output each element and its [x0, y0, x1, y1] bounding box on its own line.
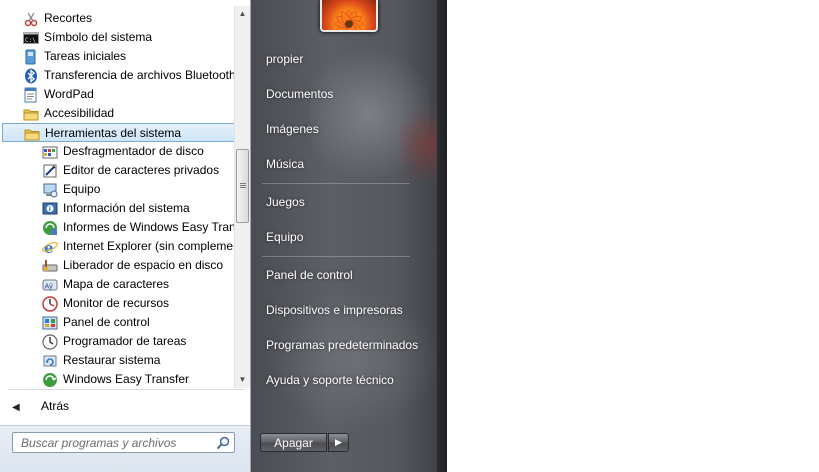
- program-list-scrollbar[interactable]: ▲ ▼: [234, 6, 250, 388]
- divider: [8, 389, 244, 390]
- right-menu-item[interactable]: Programas predeterminados: [266, 338, 418, 352]
- svg-text:Aÿ: Aÿ: [45, 283, 53, 291]
- disk-cleanup-icon: [42, 260, 58, 272]
- search-icon[interactable]: [215, 435, 231, 451]
- system-restore-icon: [43, 355, 57, 367]
- search-input[interactable]: [21, 434, 206, 451]
- program-label: Herramientas del sistema: [45, 126, 182, 140]
- svg-text:i: i: [49, 206, 51, 213]
- program-label: Editor de caracteres privados: [63, 163, 220, 177]
- program-label: Símbolo del sistema: [44, 30, 153, 44]
- right-menu-item[interactable]: Imágenes: [266, 122, 319, 136]
- program-label: Información del sistema: [63, 201, 190, 215]
- easy-transfer-reports-icon: [43, 221, 57, 235]
- search-box[interactable]: [12, 432, 235, 453]
- resource-monitor-icon: [42, 296, 58, 312]
- program-item[interactable]: Herramientas del sistema: [2, 123, 234, 142]
- right-menu-item[interactable]: Panel de control: [266, 268, 353, 282]
- program-label: Recortes: [44, 11, 93, 25]
- bluetooth-icon: [25, 68, 37, 84]
- right-menu-item[interactable]: Juegos: [266, 195, 305, 209]
- program-label: Mapa de caracteres: [63, 277, 170, 291]
- program-label: Monitor de recursos: [63, 296, 170, 310]
- computer-icon: [43, 183, 58, 198]
- back-label: Atrás: [41, 399, 70, 413]
- right-menu-item[interactable]: Música: [266, 157, 304, 171]
- wordpad-icon: [24, 87, 37, 103]
- programs-pane: Recortes C:\ Símbolo del sistema Tareas ini…: [0, 0, 251, 472]
- program-label: WordPad: [44, 87, 94, 101]
- program-label: Tareas iniciales: [44, 49, 127, 63]
- program-label: Desfragmentador de disco: [63, 144, 204, 158]
- start-menu: propier Documentos Imágenes Música Juegos Equ…: [0, 0, 447, 472]
- folder-icon: [24, 129, 40, 141]
- defrag-icon: [42, 146, 58, 159]
- shutdown-group: Apagar ▶: [260, 433, 351, 452]
- program-label: Panel de control: [63, 315, 150, 329]
- folder-icon: [23, 109, 39, 121]
- scroll-thumb[interactable]: [236, 149, 249, 223]
- right-menu-item[interactable]: Equipo: [266, 230, 303, 244]
- program-label: Informes de Windows Easy Transfer: [63, 220, 234, 234]
- program-label: Windows Easy Transfer: [63, 372, 190, 386]
- program-list: Recortes C:\ Símbolo del sistema Tareas ini…: [0, 0, 234, 389]
- internet-explorer-icon: e: [42, 239, 58, 255]
- program-label: Equipo: [63, 182, 101, 196]
- character-map-icon: Aÿ: [42, 279, 58, 291]
- scroll-down-button[interactable]: ▼: [235, 372, 250, 388]
- right-separator: [262, 256, 410, 257]
- svg-text:e: e: [44, 239, 54, 255]
- program-label: Programador de tareas: [63, 334, 187, 348]
- command-prompt-icon: C:\: [23, 32, 39, 44]
- program-label: Accesibilidad: [44, 106, 115, 120]
- right-separator: [262, 183, 410, 184]
- program-label: Liberador de espacio en disco: [63, 258, 224, 272]
- menu-edge: [437, 0, 447, 472]
- user-picture[interactable]: [320, 0, 378, 32]
- right-menu-item[interactable]: Documentos: [266, 87, 333, 101]
- program-label: Internet Explorer (sin complementos): [63, 239, 234, 253]
- system-info-icon: i: [42, 202, 58, 215]
- task-scheduler-icon: [42, 334, 58, 350]
- right-menu-item[interactable]: Ayuda y soporte técnico: [266, 373, 394, 387]
- user-name-link[interactable]: propier: [266, 52, 303, 66]
- getting-started-icon: [25, 49, 36, 65]
- scroll-up-button[interactable]: ▲: [235, 6, 250, 22]
- program-label: Restaurar sistema: [63, 353, 161, 367]
- svg-text:C:\: C:\: [25, 37, 36, 44]
- right-menu-item[interactable]: Dispositivos e impresoras: [266, 303, 403, 317]
- easy-transfer-icon: [43, 373, 57, 387]
- chevron-right-icon: ▶: [335, 437, 342, 447]
- char-editor-icon: [43, 164, 57, 178]
- shutdown-options-button[interactable]: ▶: [328, 433, 349, 452]
- shutdown-button[interactable]: Apagar: [260, 433, 327, 452]
- control-panel-icon: [42, 316, 58, 330]
- scissors-icon: [24, 12, 38, 27]
- triangle-left-icon: ◀: [12, 402, 20, 413]
- program-label: Transferencia de archivos Bluetooth: [44, 68, 234, 82]
